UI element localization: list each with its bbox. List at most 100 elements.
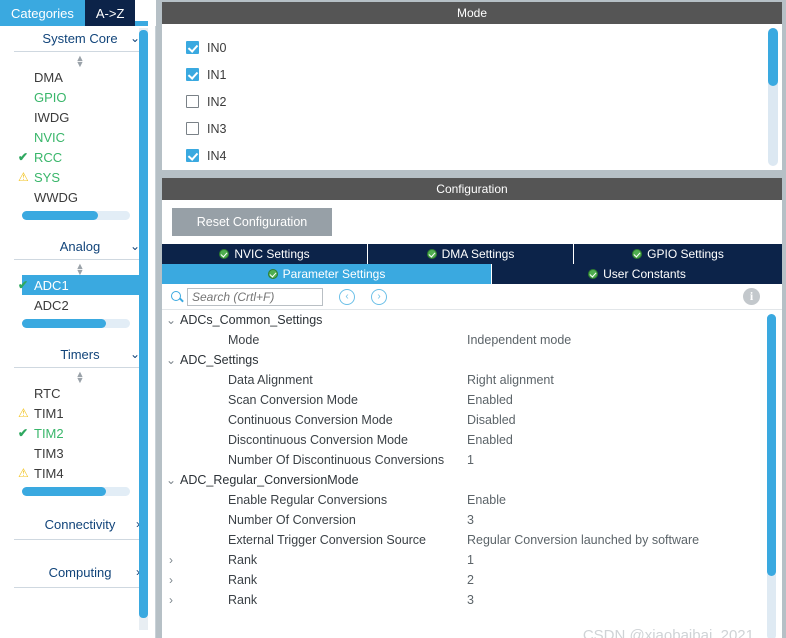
category-scrollbar[interactable] (22, 487, 130, 496)
tab-label: NVIC Settings (234, 247, 309, 261)
sidebar-item-adc2[interactable]: ADC2 (14, 295, 146, 315)
sidebar-item-tim3[interactable]: TIM3 (14, 443, 146, 463)
tab-user-constants[interactable]: User Constants (492, 264, 782, 284)
reset-configuration-button[interactable]: Reset Configuration (172, 208, 332, 236)
sidebar-item-tim2[interactable]: ✔TIM2 (14, 423, 146, 443)
sidebar-item-gpio[interactable]: GPIO (14, 87, 146, 107)
sidebar-item-tim4[interactable]: ⚠TIM4 (14, 463, 146, 483)
tab-nvic-settings[interactable]: NVIC Settings (162, 244, 368, 264)
sidebar-item-dma[interactable]: DMA (14, 67, 146, 87)
checkbox-in2[interactable] (186, 95, 199, 108)
tree-param-row[interactable]: Discontinuous Conversion ModeEnabled (162, 430, 782, 450)
channel-row-in4[interactable]: IN4 (186, 142, 782, 169)
chevron-right-icon[interactable]: › (162, 593, 180, 607)
channel-row-in0[interactable]: IN0 (186, 34, 782, 61)
tree-scrollbar-thumb[interactable] (767, 314, 776, 576)
tab-gpio-settings[interactable]: GPIO Settings (574, 244, 782, 264)
tree-param-row[interactable]: ›Rank2 (162, 570, 782, 590)
tree-group-row[interactable]: ⌄ADC_Regular_ConversionMode (162, 470, 782, 490)
chevron-down-icon[interactable]: ⌄ (162, 353, 180, 367)
tree-row-label: Data Alignment (228, 373, 313, 387)
tree-param-row[interactable]: Number Of Discontinuous Conversions1 (162, 450, 782, 470)
search-input[interactable] (187, 288, 323, 306)
tree-row-label: Mode (228, 333, 259, 347)
category-scrollbar[interactable] (22, 211, 130, 220)
search-icon (170, 290, 184, 304)
sidebar-item-label: WWDG (34, 190, 78, 205)
category-header[interactable]: Analog⌄ (14, 234, 146, 260)
tree-param-row[interactable]: Scan Conversion ModeEnabled (162, 390, 782, 410)
tree-param-row[interactable]: External Trigger Conversion SourceRegula… (162, 530, 782, 550)
channel-row-in3[interactable]: IN3 (186, 115, 782, 142)
category-group-system-core: System Core⌄ ▲▼DMAGPIOIWDG NVIC ✔RCC⚠SYS WWD… (14, 26, 146, 234)
tab-status-icon (427, 249, 437, 259)
info-icon[interactable]: i (743, 288, 760, 305)
warning-icon: ⚠ (18, 169, 32, 185)
sidebar-item-adc1[interactable]: ✔ADC1 (22, 275, 144, 295)
tree-group-row[interactable]: ⌄ADCs_Common_Settings (162, 310, 782, 330)
category-header[interactable]: Timers⌄ (14, 342, 146, 368)
checkbox-in0[interactable] (186, 41, 199, 54)
tree-row-label: Enable Regular Conversions (228, 493, 387, 507)
configuration-tabs-row-2: Parameter Settings User Constants (162, 264, 782, 284)
tree-param-row[interactable]: ›Rank3 (162, 590, 782, 610)
tab-a-to-z[interactable]: A->Z (85, 0, 136, 26)
tab-parameter-settings[interactable]: Parameter Settings (162, 264, 492, 284)
tree-row-label: Rank (228, 573, 257, 587)
sidebar-scrollbar-thumb[interactable] (139, 30, 148, 618)
chevron-down-icon[interactable]: ⌄ (162, 313, 180, 327)
tree-param-row[interactable]: Continuous Conversion ModeDisabled (162, 410, 782, 430)
tree-row-label: Rank (228, 553, 257, 567)
category-group-computing[interactable]: Computing› (14, 558, 146, 588)
tree-group-row[interactable]: ⌄ADC_Settings (162, 350, 782, 370)
category-group-connectivity[interactable]: Connectivity› (14, 510, 146, 540)
scroll-spinner-icon[interactable]: ▲▼ (14, 262, 146, 275)
tree-param-row[interactable]: ›Rank1 (162, 550, 782, 570)
sidebar-item-iwdg[interactable]: IWDG (14, 107, 146, 127)
check-icon: ✔ (18, 277, 32, 293)
nav-previous-button[interactable]: ‹ (339, 289, 355, 305)
mode-panel-body: IN0 IN1 IN2IN3IN4 (162, 24, 782, 170)
sidebar-item-rtc[interactable]: RTC (14, 383, 146, 403)
tree-param-row[interactable]: Enable Regular ConversionsEnable (162, 490, 782, 510)
sidebar-item-nvic[interactable]: NVIC (14, 127, 146, 147)
check-icon: ✔ (18, 425, 32, 441)
tab-label: Parameter Settings (283, 267, 386, 281)
sidebar-item-label: TIM1 (34, 406, 64, 421)
search-row: ‹ › i (162, 284, 782, 310)
chevron-right-icon[interactable]: › (162, 553, 180, 567)
scroll-spinner-icon[interactable]: ▲▼ (14, 370, 146, 383)
tab-categories-label: Categories (11, 6, 74, 21)
channel-row-in1[interactable]: IN1 (186, 61, 782, 88)
category-scrollbar[interactable] (22, 319, 130, 328)
category-title: Computing (49, 565, 112, 580)
tab-dma-settings[interactable]: DMA Settings (368, 244, 574, 264)
category-title: Connectivity (45, 517, 116, 532)
sidebar-item-label: NVIC (34, 130, 65, 145)
category-header[interactable]: System Core⌄ (14, 26, 146, 52)
scroll-spinner-icon[interactable]: ▲▼ (14, 54, 146, 67)
channel-row-in2[interactable]: IN2 (186, 88, 782, 115)
sidebar-item-tim1[interactable]: ⚠TIM1 (14, 403, 146, 423)
tab-categories[interactable]: Categories (0, 0, 85, 26)
nav-next-button[interactable]: › (371, 289, 387, 305)
chevron-right-icon[interactable]: › (162, 573, 180, 587)
sidebar-item-sys[interactable]: ⚠SYS (14, 167, 146, 187)
tab-status-icon (588, 269, 598, 279)
mode-scrollbar-thumb[interactable] (768, 28, 778, 86)
checkbox-in3[interactable] (186, 122, 199, 135)
chevron-down-icon[interactable]: ⌄ (162, 473, 180, 487)
tree-param-row[interactable]: Number Of Conversion3 (162, 510, 782, 530)
tab-a-to-z-label: A->Z (96, 6, 125, 21)
info-icon-glyph: i (750, 289, 753, 304)
sidebar-body: System Core⌄▲▼DMAGPIOIWDGNVIC✔RCC⚠SYSWWD… (8, 26, 156, 638)
tree-param-row[interactable]: Data AlignmentRight alignment (162, 370, 782, 390)
parameter-tree: ⌄ADCs_Common_SettingsModeIndependent mod… (162, 310, 782, 638)
tree-param-row[interactable]: ModeIndependent mode (162, 330, 782, 350)
sidebar-tabs: Categories A->Z (0, 0, 156, 26)
sidebar-item-wwdg[interactable]: WWDG (14, 187, 146, 207)
checkbox-in4[interactable] (186, 149, 199, 162)
channel-label: IN1 (207, 68, 226, 82)
sidebar-item-rcc[interactable]: ✔RCC (14, 147, 146, 167)
checkbox-in1[interactable] (186, 68, 199, 81)
